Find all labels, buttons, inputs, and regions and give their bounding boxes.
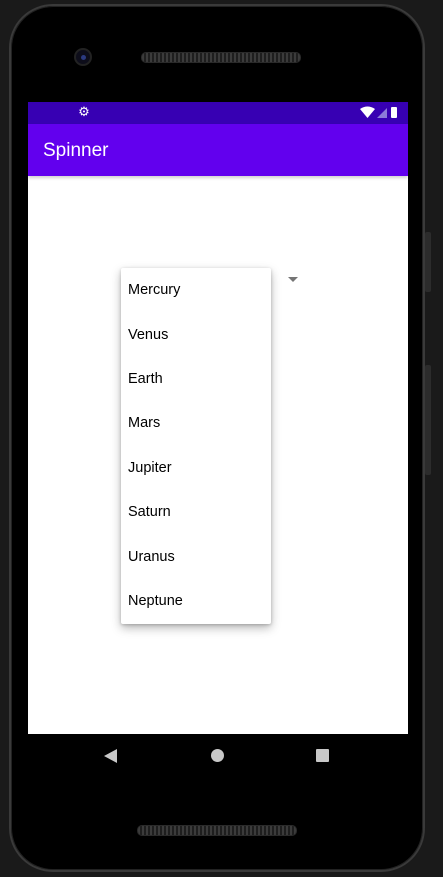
- app-bar-title: Spinner: [43, 140, 109, 161]
- spinner-option-saturn[interactable]: Saturn: [121, 490, 271, 534]
- spinner-option-jupiter[interactable]: Jupiter: [121, 446, 271, 490]
- spinner-option-venus[interactable]: Venus: [121, 312, 271, 356]
- spinner-option-mars[interactable]: Mars: [121, 401, 271, 445]
- back-icon[interactable]: [104, 749, 117, 763]
- phone-volume-button: [425, 365, 431, 475]
- spinner-option-neptune[interactable]: Neptune: [121, 579, 271, 623]
- wifi-icon: [360, 106, 375, 118]
- app-bar: Spinner: [28, 124, 408, 176]
- settings-gear-icon: ⚙: [78, 105, 90, 120]
- spinner-option-mercury[interactable]: Mercury: [121, 268, 271, 312]
- recents-icon[interactable]: [316, 749, 329, 762]
- phone-power-button: [425, 232, 431, 292]
- spinner-option-earth[interactable]: Earth: [121, 357, 271, 401]
- device-screen: ⚙ Spinner Mercury Venus Earth Mars Jupit…: [28, 102, 408, 734]
- spinner-option-uranus[interactable]: Uranus: [121, 534, 271, 578]
- navigation-bar: [28, 734, 408, 778]
- battery-icon: [391, 107, 397, 118]
- spinner-dropdown-list: Mercury Venus Earth Mars Jupiter Saturn …: [121, 268, 271, 624]
- front-camera: [74, 48, 92, 66]
- earpiece-speaker: [141, 52, 301, 63]
- bottom-speaker: [137, 825, 297, 836]
- status-icons: [360, 106, 400, 120]
- status-bar: ⚙: [28, 102, 408, 124]
- cell-signal-icon: [377, 108, 387, 118]
- home-icon[interactable]: [211, 749, 224, 762]
- spinner-dropdown-arrow-icon[interactable]: [288, 277, 298, 282]
